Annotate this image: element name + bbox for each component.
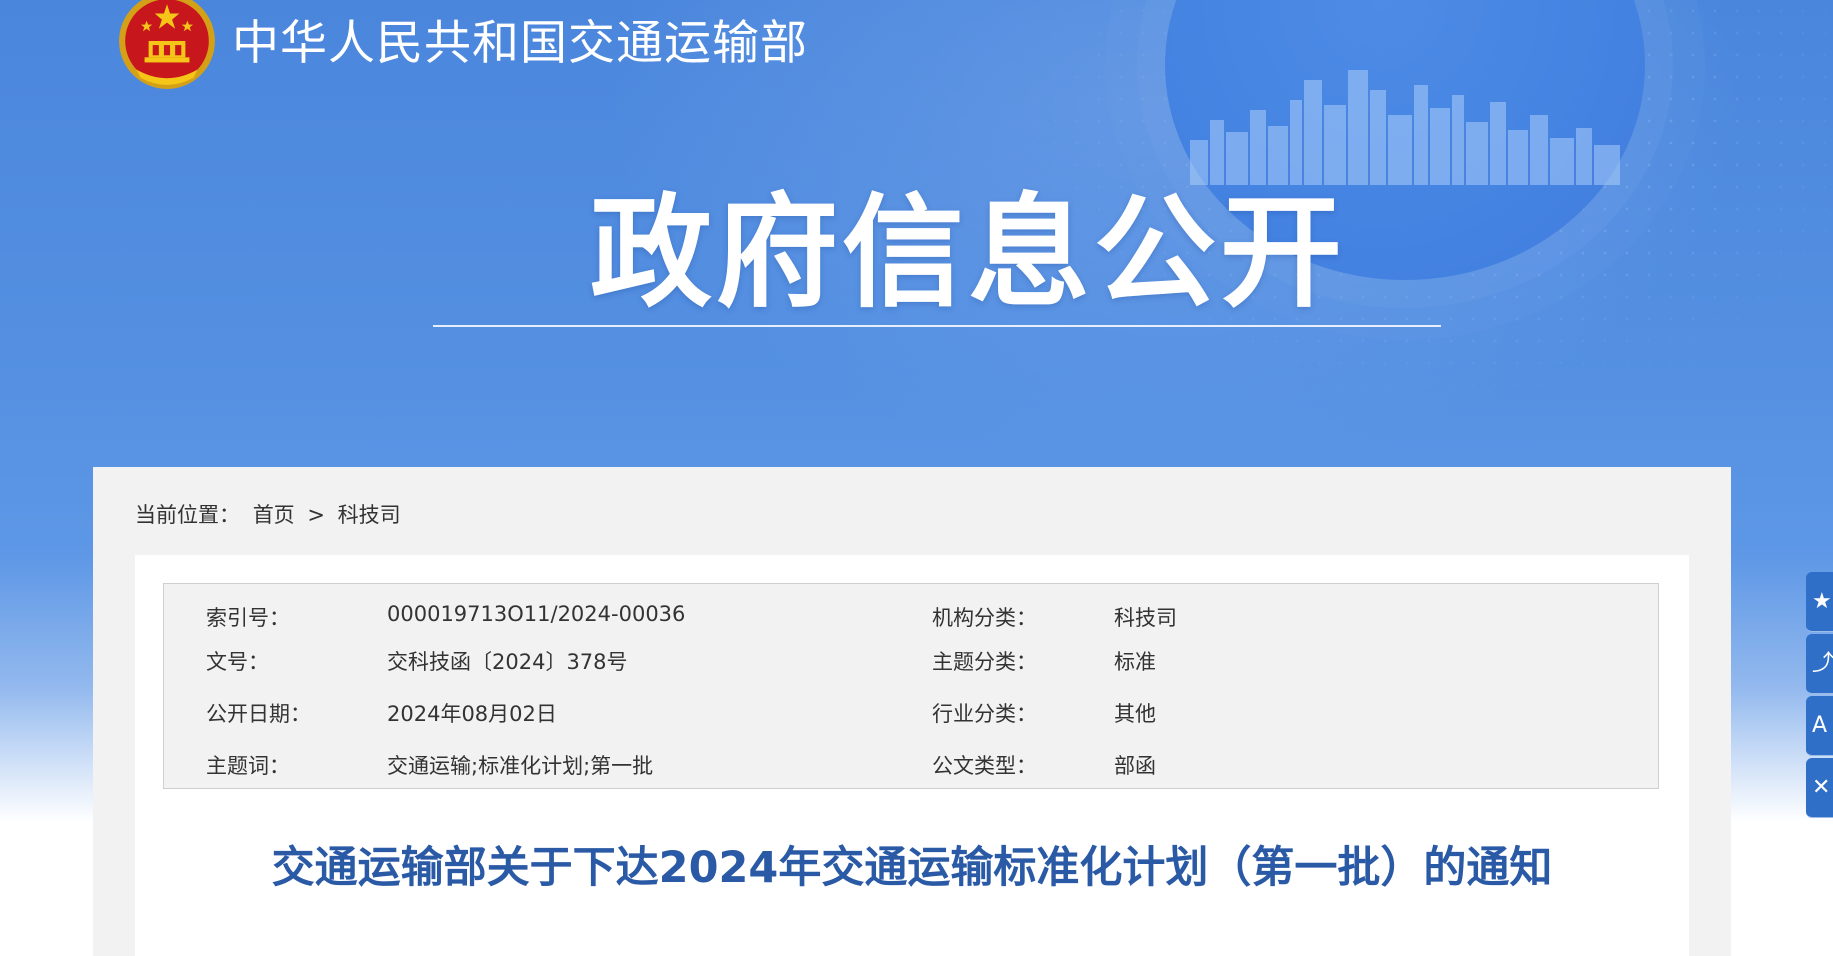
metadata-key: 主题分类： xyxy=(932,650,1037,674)
section-title: 政府信息公开 xyxy=(590,182,1346,324)
metadata-key: 索引号： xyxy=(206,606,290,630)
star-icon: ★ xyxy=(1812,589,1832,614)
breadcrumb-home-link[interactable]: 首页 xyxy=(253,503,295,527)
close-icon: ✕ xyxy=(1812,775,1831,800)
metadata-key: 公文类型： xyxy=(932,754,1037,778)
document-title: 交通运输部关于下达2024年交通运输标准化计划（第一批）的通知 xyxy=(271,843,1553,893)
article-card: 索引号： 000019713O11/2024-00036 机构分类： 科技司 文… xyxy=(135,555,1689,956)
share-button[interactable]: ⤴ xyxy=(1806,634,1833,694)
metadata-key: 机构分类： xyxy=(932,606,1037,630)
metadata-row: 主题词： 交通运输;标准化计划;第一批 公文类型： 部函 xyxy=(164,738,1658,790)
breadcrumb-label: 当前位置： xyxy=(135,503,240,527)
metadata-value: 科技司 xyxy=(1114,606,1177,630)
metadata-value: 2024年08月02日 xyxy=(387,702,557,726)
national-emblem-icon xyxy=(119,0,215,89)
document-metadata-table: 索引号： 000019713O11/2024-00036 机构分类： 科技司 文… xyxy=(163,583,1659,789)
metadata-key: 文号： xyxy=(206,650,269,674)
metadata-key: 行业分类： xyxy=(932,702,1037,726)
metadata-value: 部函 xyxy=(1114,754,1156,778)
metadata-key: 主题词： xyxy=(206,754,290,778)
metadata-value: 交通运输;标准化计划;第一批 xyxy=(387,754,654,778)
share-icon: ⤴ xyxy=(1812,651,1833,676)
close-button[interactable]: ✕ xyxy=(1806,758,1833,818)
metadata-value: 交科技函〔2024〕378号 xyxy=(387,650,628,674)
metadata-row: 公开日期： 2024年08月02日 行业分类： 其他 xyxy=(164,686,1658,738)
metadata-value: 其他 xyxy=(1114,702,1156,726)
favorite-button[interactable]: ★ xyxy=(1806,572,1833,632)
metadata-value: 标准 xyxy=(1114,650,1156,674)
metadata-value: 000019713O11/2024-00036 xyxy=(387,602,686,626)
section-title-underline xyxy=(433,325,1441,327)
font-size-button[interactable]: A xyxy=(1806,696,1833,756)
ministry-name[interactable]: 中华人民共和国交通运输部 xyxy=(232,4,808,73)
metadata-row: 文号： 交科技函〔2024〕378号 主题分类： 标准 xyxy=(164,634,1658,686)
breadcrumb-current-link[interactable]: 科技司 xyxy=(338,503,401,527)
font-size-icon: A xyxy=(1812,713,1828,738)
content-panel: 当前位置： 首页 > 科技司 索引号： 000019713O11/2024-00… xyxy=(93,467,1731,956)
breadcrumb-separator: > xyxy=(307,503,325,527)
breadcrumb: 当前位置： 首页 > 科技司 xyxy=(135,499,407,529)
metadata-key: 公开日期： xyxy=(206,702,311,726)
city-skyline-icon xyxy=(1190,70,1620,185)
side-toolbar: ★ ⤴ A ✕ xyxy=(1806,572,1833,820)
